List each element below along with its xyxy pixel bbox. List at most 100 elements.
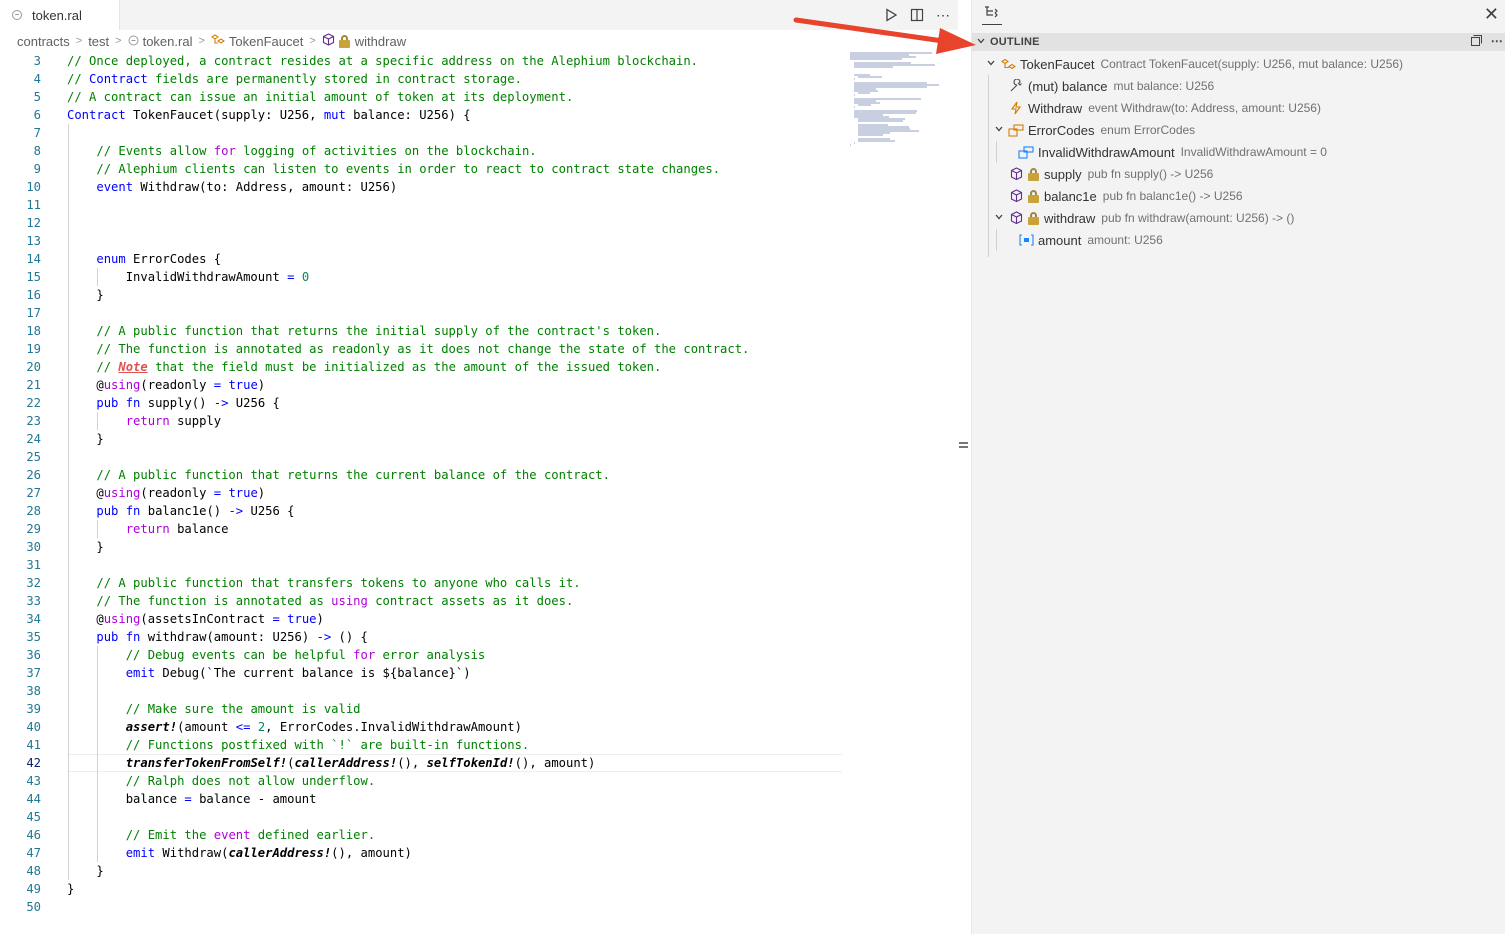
code-line[interactable]: 49} [0,880,850,898]
code-line[interactable]: 21 @using(readonly = true) [0,376,850,394]
collapse-all-icon[interactable] [1470,34,1483,50]
outline-view-icon[interactable] [982,5,1002,25]
code-line[interactable]: 33 // The function is annotated as using… [0,592,850,610]
minimap-line [858,76,882,78]
code-line[interactable]: 37 emit Debug(`The current balance is ${… [0,664,850,682]
chevron-down-icon[interactable] [984,58,998,71]
chevron-down-icon[interactable] [992,124,1006,137]
code-line[interactable]: 17 [0,304,850,322]
code-line[interactable]: 7 [0,124,850,142]
code-line[interactable]: 32 // A public function that transfers t… [0,574,850,592]
code-line[interactable]: 45 [0,808,850,826]
code-line[interactable]: 22 pub fn supply() -> U256 { [0,394,850,412]
more-actions-icon[interactable]: ⋯ [1491,34,1503,50]
code-line[interactable]: 34 @using(assetsInContract = true) [0,610,850,628]
code-line[interactable]: 47 emit Withdraw(callerAddress!(), amoun… [0,844,850,862]
event-bolt-icon [1008,100,1024,116]
breadcrumb-file[interactable]: token.ral [128,34,192,49]
code-line[interactable]: 3 // Once deployed, a contract resides at… [0,52,850,70]
sash-handle-icon[interactable] [959,442,968,454]
minimap-line [854,142,855,144]
chevron-down-icon[interactable] [992,212,1006,225]
code-line[interactable]: 6 Contract TokenFaucet(supply: U256, mut … [0,106,850,124]
outline-item-detail: pub fn balanc1e() -> U256 [1102,189,1243,203]
minimap-line [854,66,893,68]
outline-item-balanc1e[interactable]: balanc1e pub fn balanc1e() -> U256 [972,185,1505,207]
code-line[interactable]: 18 // A public function that returns the… [0,322,850,340]
code-line[interactable]: 24 } [0,430,850,448]
code-line[interactable]: 5 // A contract can issue an initial amou… [0,88,850,106]
code-line[interactable]: 8 // Events allow for logging of activit… [0,142,850,160]
code-text: pub fn supply() -> U256 { [96,396,280,410]
code-text: } [67,432,104,446]
line-number: 15 [26,270,41,284]
code-line[interactable]: 36 // Debug events can be helpful for er… [0,646,850,664]
code-line[interactable]: 44 balance = balance - amount [0,790,850,808]
code-line[interactable]: 35 pub fn withdraw(amount: U256) -> () { [0,628,850,646]
method-cube-icon [1008,166,1024,182]
code-line[interactable]: 11 [0,196,850,214]
code-line[interactable]: 15 InvalidWithdrawAmount = 0 [0,268,850,286]
code-line[interactable]: 9 // Alephium clients can listen to even… [0,160,850,178]
breadcrumb-function[interactable]: withdraw [322,33,406,49]
sash-divider[interactable] [958,0,972,934]
code-text: // A public function that returns the in… [96,324,662,338]
outline-item-supply[interactable]: supply pub fn supply() -> U256 [972,163,1505,185]
minimap-line [854,94,855,96]
code-line[interactable]: 26 // A public function that returns the… [0,466,850,484]
code-line[interactable]: 20 // Note that the field must be initia… [0,358,850,376]
code-line[interactable]: 46 // Emit the event defined earlier. [0,826,850,844]
code-line[interactable]: 19 // The function is annotated as reado… [0,340,850,358]
code-line[interactable]: 41 // Functions postfixed with `!` are b… [0,736,850,754]
code-line[interactable]: 10 event Withdraw(to: Address, amount: U… [0,178,850,196]
code-line[interactable]: 40 assert!(amount <= 2, ErrorCodes.Inval… [0,718,850,736]
code-area[interactable]: 3 // Once deployed, a contract resides at… [0,52,850,916]
close-panel-icon[interactable]: ✕ [1484,4,1499,25]
line-number: 28 [26,504,41,518]
code-line[interactable]: 13 [0,232,850,250]
breadcrumb-contract[interactable]: TokenFaucet [210,33,303,49]
method-cube-icon [1008,188,1024,204]
code-line[interactable]: 42 transferTokenFromSelf!(callerAddress!… [0,754,850,772]
code-line[interactable]: 50 [0,898,850,916]
code-line[interactable]: 23 return supply [0,412,850,430]
outline-item-detail: pub fn supply() -> U256 [1087,167,1214,181]
code-line[interactable]: 12 [0,214,850,232]
breadcrumb-contracts[interactable]: contracts [17,34,70,49]
outline-item-withdraw[interactable]: Withdraw event Withdraw(to: Address, amou… [972,97,1505,119]
code-line[interactable]: 14 enum ErrorCodes { [0,250,850,268]
lock-icon [1028,211,1039,225]
outline-item-invalidwithdrawamount[interactable]: InvalidWithdrawAmount InvalidWithdrawAmou… [972,141,1505,163]
code-line[interactable]: 30 } [0,538,850,556]
indent-guide [68,556,69,574]
line-number: 29 [26,522,41,536]
code-text: event Withdraw(to: Address, amount: U256… [96,180,398,194]
outline-item-amount[interactable]: amount amount: U256 [972,229,1505,251]
line-number: 21 [26,378,41,392]
code-line[interactable]: 29 return balance [0,520,850,538]
tab-token-ral[interactable]: token.ral [0,0,120,30]
outline-item-errorcodes[interactable]: ErrorCodes enum ErrorCodes [972,119,1505,141]
code-line[interactable]: 28 pub fn balanc1e() -> U256 { [0,502,850,520]
outline-item-withdraw[interactable]: withdraw pub fn withdraw(amount: U256) ->… [972,207,1505,229]
code-line[interactable]: 4 // Contract fields are permanently stor… [0,70,850,88]
minimap[interactable] [850,52,950,152]
code-line[interactable]: 27 @using(readonly = true) [0,484,850,502]
class-icon [210,33,225,49]
line-number: 30 [26,540,41,554]
line-number: 22 [26,396,41,410]
code-line[interactable]: 31 [0,556,850,574]
outline-item-mut-balance[interactable]: (mut) balance mut balance: U256 [972,75,1505,97]
code-line[interactable]: 38 [0,682,850,700]
code-text: // Contract fields are permanently store… [67,72,522,86]
code-line[interactable]: 39 // Make sure the amount is valid [0,700,850,718]
outline-section-header[interactable]: OUTLINE ⋯ [972,33,1505,51]
code-line[interactable]: 48 } [0,862,850,880]
code-line[interactable]: 43 // Ralph does not allow underflow. [0,772,850,790]
breadcrumb-test[interactable]: test [88,34,109,49]
line-number: 36 [26,648,41,662]
code-line[interactable]: 25 [0,448,850,466]
outline-item-tokenfaucet[interactable]: TokenFaucet Contract TokenFaucet(supply: … [972,53,1505,75]
outline-title: OUTLINE [990,36,1040,48]
code-line[interactable]: 16 } [0,286,850,304]
